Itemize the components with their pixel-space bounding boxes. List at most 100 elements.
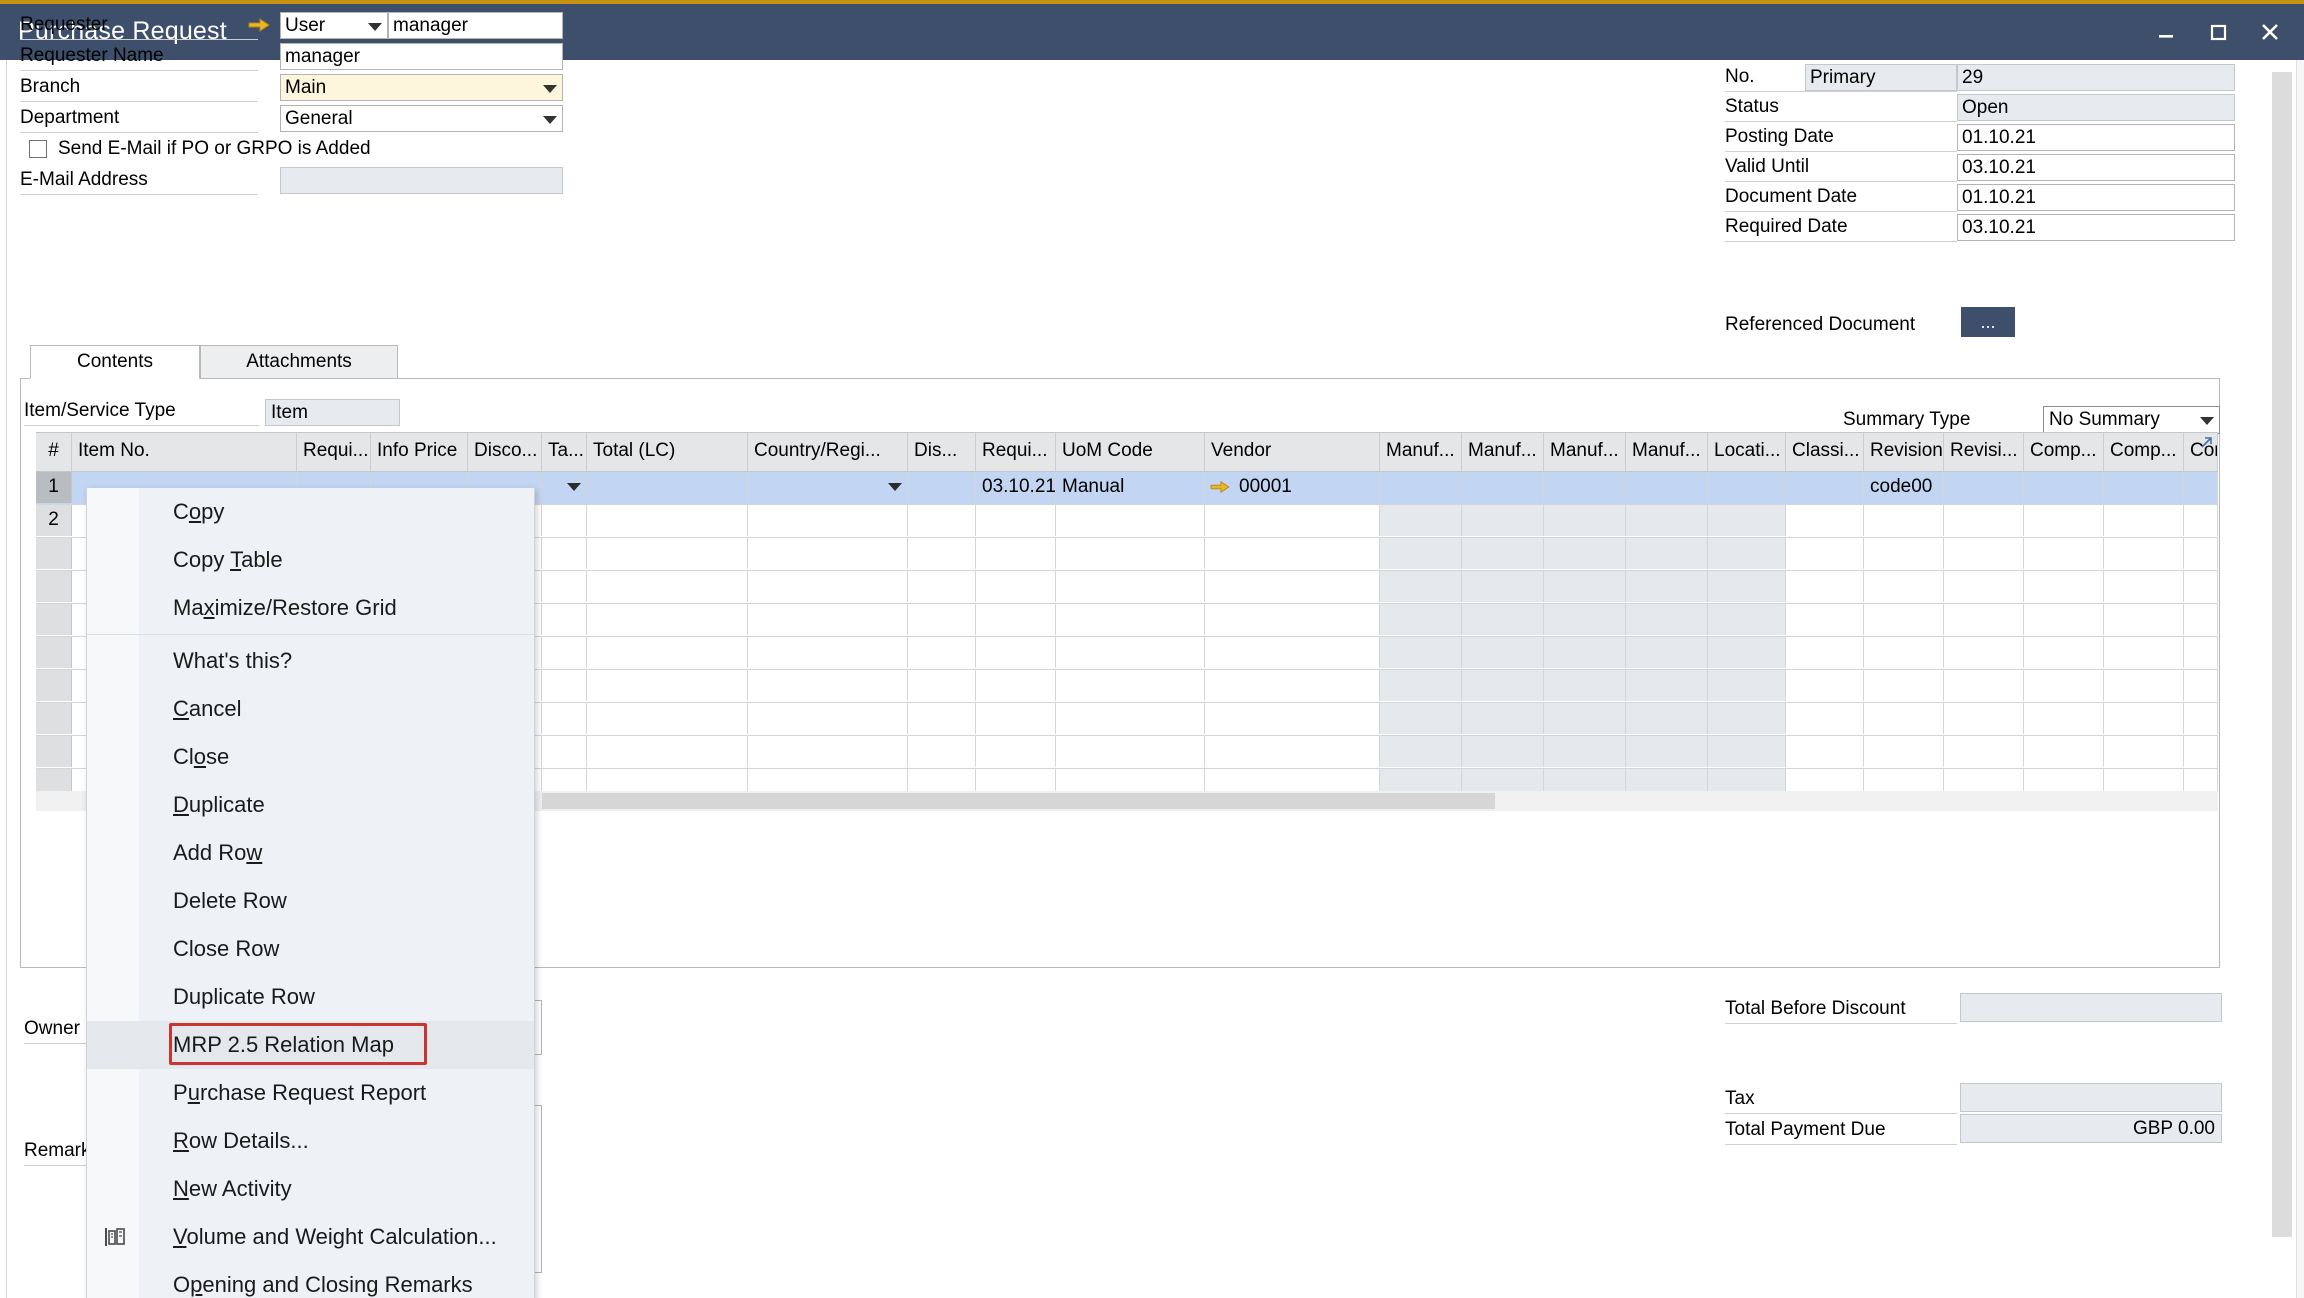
cell-manufacturer-2[interactable]: [1462, 538, 1544, 569]
cell-total-lc[interactable]: [587, 505, 748, 536]
cell-vendor[interactable]: [1205, 637, 1380, 668]
context-menu-item-maximize-restore-grid[interactable]: Maximize/Restore Grid: [87, 584, 534, 632]
cell-component-2[interactable]: [2104, 670, 2184, 701]
cell-manufacturer-4[interactable]: [1626, 637, 1708, 668]
cell-component-3[interactable]: [2184, 703, 2218, 734]
context-menu-item-row-details[interactable]: Row Details...: [87, 1117, 534, 1165]
cell-revision-desc[interactable]: [1944, 637, 2024, 668]
cell-manufacturer-2[interactable]: [1462, 604, 1544, 635]
branch-select[interactable]: Main: [280, 74, 563, 101]
cell-component-3[interactable]: [2184, 604, 2218, 635]
cell-revision[interactable]: code00: [1864, 472, 1944, 503]
cell-required-date[interactable]: [976, 703, 1056, 734]
cell-uom-code[interactable]: [1056, 703, 1205, 734]
context-menu-item-new-activity[interactable]: New Activity: [87, 1165, 534, 1213]
cell-revision-desc[interactable]: [1944, 472, 2024, 503]
requester-input[interactable]: manager: [388, 12, 563, 39]
cell-classification[interactable]: [1786, 505, 1864, 536]
cell-location[interactable]: [1708, 736, 1786, 767]
cell-vendor[interactable]: [1205, 538, 1380, 569]
cell-manufacturer-4[interactable]: [1626, 472, 1708, 503]
context-menu-item-purchase-request-report[interactable]: Purchase Request Report: [87, 1069, 534, 1117]
cell-location[interactable]: [1708, 670, 1786, 701]
cell-revision-desc[interactable]: [1944, 703, 2024, 734]
grid-col-component-1[interactable]: Comp...: [2024, 433, 2104, 471]
tab-contents[interactable]: Contents: [30, 345, 200, 379]
cell-manufacturer-2[interactable]: [1462, 571, 1544, 602]
cell-required-date[interactable]: [976, 571, 1056, 602]
grid-col-revision[interactable]: Revision: [1864, 433, 1944, 471]
close-button[interactable]: [2244, 4, 2296, 60]
cell-distribution[interactable]: [908, 736, 976, 767]
cell-component-3[interactable]: [2184, 472, 2218, 503]
context-menu-item-opening-closing-remarks[interactable]: Opening and Closing Remarks: [87, 1261, 534, 1298]
cell-manufacturer-4[interactable]: [1626, 604, 1708, 635]
cell-component-1[interactable]: [2024, 670, 2104, 701]
grid-col-item-no[interactable]: Item No.: [72, 433, 297, 471]
cell-component-1[interactable]: [2024, 604, 2104, 635]
cell-component-3[interactable]: [2184, 571, 2218, 602]
valid-until-input[interactable]: 03.10.21: [1957, 154, 2235, 181]
cell-classification[interactable]: [1786, 472, 1864, 503]
cell-classification[interactable]: [1786, 637, 1864, 668]
cell-component-2[interactable]: [2104, 736, 2184, 767]
cell-component-2[interactable]: [2104, 604, 2184, 635]
cell-classification[interactable]: [1786, 736, 1864, 767]
grid-col-info-price[interactable]: Info Price: [371, 433, 468, 471]
grid-col-manufacturer-3[interactable]: Manuf...: [1544, 433, 1626, 471]
cell-classification[interactable]: [1786, 703, 1864, 734]
cell-required-date[interactable]: 03.10.21: [976, 472, 1056, 503]
cell-tax[interactable]: [542, 571, 587, 602]
cell-manufacturer-1[interactable]: [1380, 637, 1462, 668]
grid-col-vendor[interactable]: Vendor: [1205, 433, 1380, 471]
doc-no-input[interactable]: 29: [1957, 64, 2235, 91]
context-menu-item-duplicate-row[interactable]: Duplicate Row: [87, 973, 534, 1021]
cell-tax[interactable]: [542, 670, 587, 701]
cell-manufacturer-4[interactable]: [1626, 703, 1708, 734]
required-date-input[interactable]: 03.10.21: [1957, 214, 2235, 241]
cell-component-1[interactable]: [2024, 472, 2104, 503]
cell-classification[interactable]: [1786, 571, 1864, 602]
cell-component-2[interactable]: [2104, 637, 2184, 668]
cell-revision-desc[interactable]: [1944, 736, 2024, 767]
cell-component-2[interactable]: [2104, 472, 2184, 503]
cell-manufacturer-2[interactable]: [1462, 703, 1544, 734]
cell-manufacturer-2[interactable]: [1462, 736, 1544, 767]
cell-required-date[interactable]: [976, 505, 1056, 536]
cell-manufacturer-3[interactable]: [1544, 571, 1626, 602]
cell-tax[interactable]: [542, 472, 587, 503]
cell-uom-code[interactable]: [1056, 736, 1205, 767]
cell-manufacturer-3[interactable]: [1544, 703, 1626, 734]
grid-col-country-region[interactable]: Country/Regi...: [748, 433, 908, 471]
cell-location[interactable]: [1708, 703, 1786, 734]
page-scrollbar-thumb[interactable]: [2272, 72, 2292, 1237]
context-menu-item-volume-weight-calculation[interactable]: Volume and Weight Calculation...: [87, 1213, 534, 1261]
grid-col-discount[interactable]: Disco...: [468, 433, 542, 471]
department-select[interactable]: General: [280, 105, 563, 132]
cell-vendor[interactable]: [1205, 604, 1380, 635]
cell-location[interactable]: [1708, 571, 1786, 602]
cell-distribution[interactable]: [908, 538, 976, 569]
cell-component-1[interactable]: [2024, 637, 2104, 668]
cell-country-region[interactable]: [748, 505, 908, 536]
cell-manufacturer-3[interactable]: [1544, 637, 1626, 668]
cell-manufacturer-1[interactable]: [1380, 604, 1462, 635]
cell-revision[interactable]: [1864, 571, 1944, 602]
grid-col-location[interactable]: Locati...: [1708, 433, 1786, 471]
cell-revision-desc[interactable]: [1944, 505, 2024, 536]
cell-uom-code[interactable]: [1056, 604, 1205, 635]
cell-distribution[interactable]: [908, 637, 976, 668]
minimize-button[interactable]: [2140, 4, 2192, 60]
cell-uom-code[interactable]: [1056, 637, 1205, 668]
cell-revision[interactable]: [1864, 736, 1944, 767]
grid-col-index[interactable]: #: [36, 433, 72, 471]
doc-no-series-select[interactable]: Primary: [1805, 64, 1957, 91]
cell-total-lc[interactable]: [587, 670, 748, 701]
summary-type-select[interactable]: No Summary: [2043, 406, 2220, 434]
cell-manufacturer-3[interactable]: [1544, 670, 1626, 701]
link-arrow-icon[interactable]: [1210, 479, 1230, 495]
grid-col-tax[interactable]: Ta...: [542, 433, 587, 471]
document-date-input[interactable]: 01.10.21: [1957, 184, 2235, 211]
requester-type-select[interactable]: User: [280, 12, 388, 39]
cell-revision-desc[interactable]: [1944, 604, 2024, 635]
